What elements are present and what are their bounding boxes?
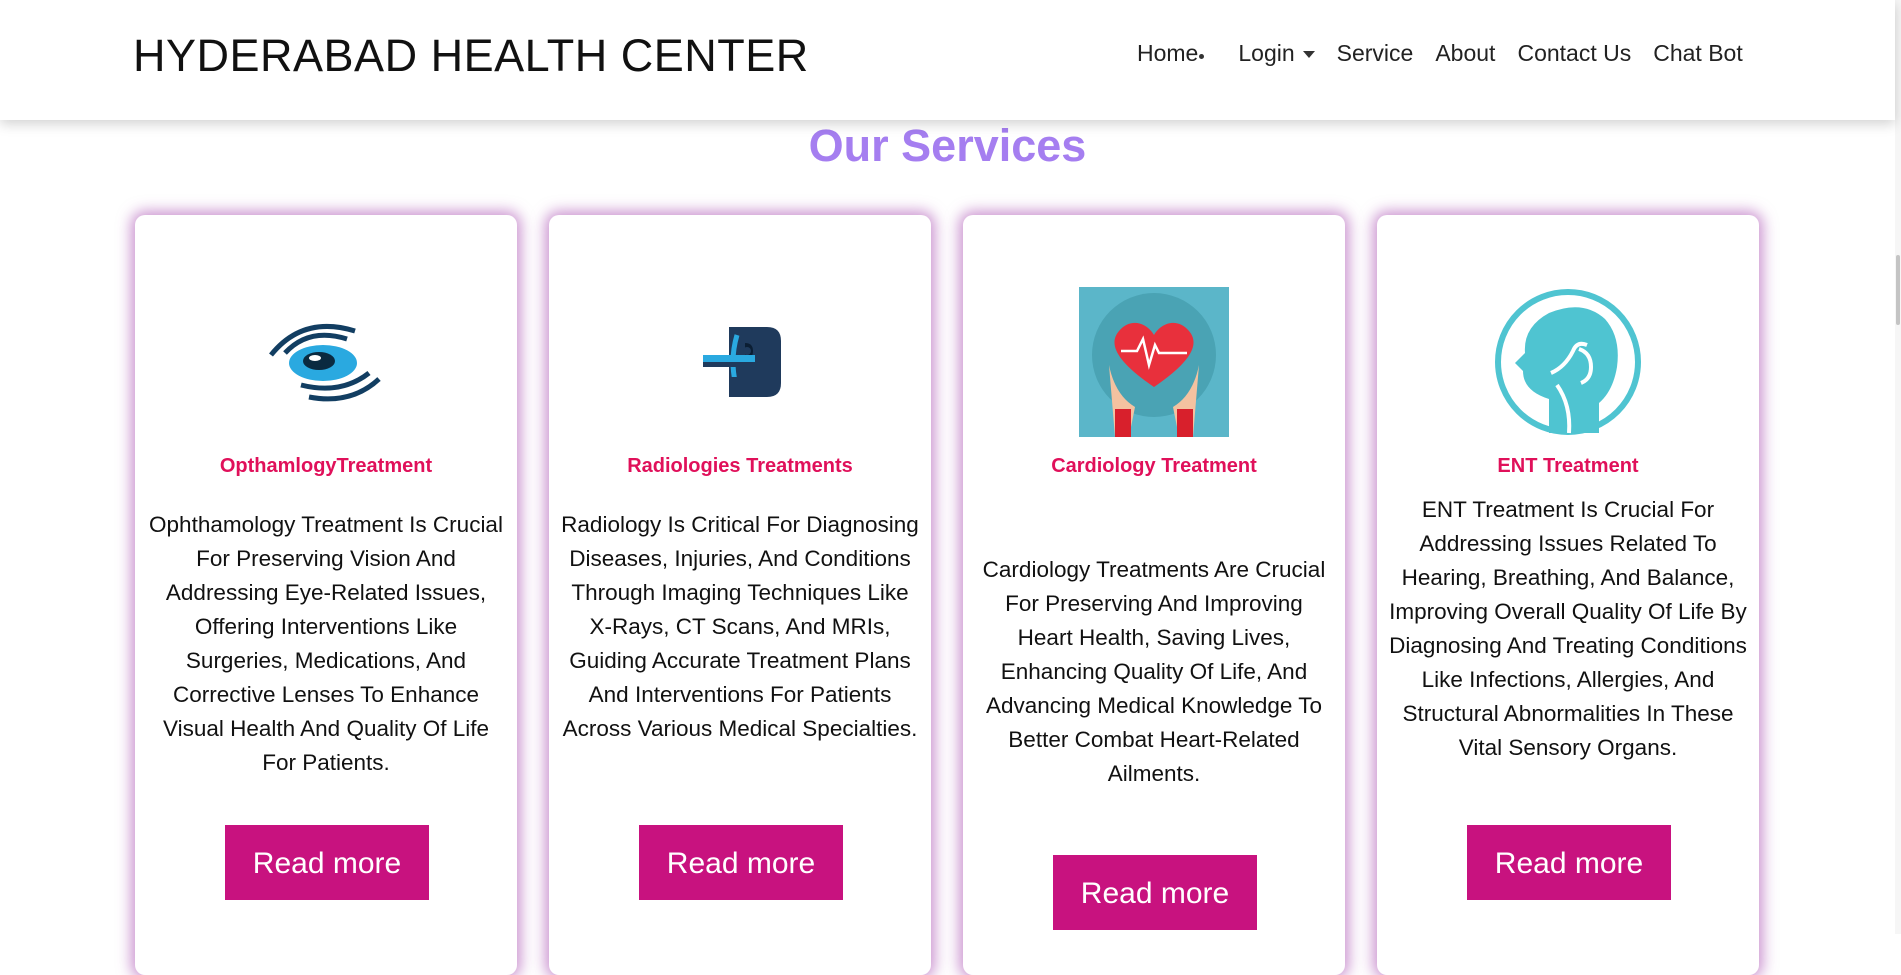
mri-scanner-icon [703, 327, 781, 397]
eye-icon [269, 323, 381, 402]
service-card-radiology: Radiologies Treatments Radiology Is Crit… [549, 215, 931, 975]
card-title: ENT Treatment [1497, 455, 1639, 477]
nav-home-label: Home [1137, 40, 1199, 66]
nav-home[interactable]: Home [1137, 40, 1205, 67]
card-title: OpthamlogyTreatment [219, 455, 433, 477]
chevron-down-icon [1302, 51, 1315, 59]
card-description: Cardiology Treatments Are Crucial For Pr… [982, 557, 1326, 786]
heart-hands-icon [1079, 287, 1229, 437]
scrollbar-thumb[interactable] [1896, 255, 1900, 325]
scrollbar[interactable] [1895, 0, 1901, 934]
card-description: ENT Treatment Is Crucial For Addressing … [1389, 497, 1747, 760]
read-more-button[interactable]: Read more [1053, 855, 1257, 930]
active-dot-icon [1199, 54, 1205, 59]
nav-about[interactable]: About [1435, 40, 1495, 67]
card-title: Radiologies Treatments [627, 455, 853, 477]
brand-title[interactable]: HYDERABAD HEALTH CENTER [133, 30, 809, 82]
nav-chatbot[interactable]: Chat Bot [1653, 40, 1743, 67]
service-card-ent: ENT Treatment ENT Treatment Is Crucial F… [1377, 215, 1759, 975]
navbar: HYDERABAD HEALTH CENTER Home Login Servi… [0, 0, 1895, 120]
nav-login-label: Login [1238, 40, 1295, 66]
read-more-button[interactable]: Read more [1467, 825, 1671, 900]
read-more-button[interactable]: Read more [639, 825, 843, 900]
card-title: Cardiology Treatment [1051, 455, 1257, 477]
service-card-ophthalmology: OpthamlogyTreatment Ophthamology Treatme… [135, 215, 517, 975]
service-card-cardiology: Cardiology Treatment Cardiology Treatmen… [963, 215, 1345, 975]
nav-login-dropdown[interactable]: Login [1238, 40, 1315, 67]
card-description: Radiology Is Critical For Diagnosing Dis… [561, 512, 919, 741]
card-description: Ophthamology Treatment Is Crucial For Pr… [149, 512, 503, 775]
nav-links: Home Login Service About Contact Us Chat… [1137, 40, 1765, 67]
nav-service[interactable]: Service [1337, 40, 1414, 67]
section-title: Our Services [808, 120, 1087, 171]
nav-contact[interactable]: Contact Us [1517, 40, 1631, 67]
read-more-button[interactable]: Read more [225, 825, 429, 900]
ent-head-icon [1495, 289, 1641, 435]
